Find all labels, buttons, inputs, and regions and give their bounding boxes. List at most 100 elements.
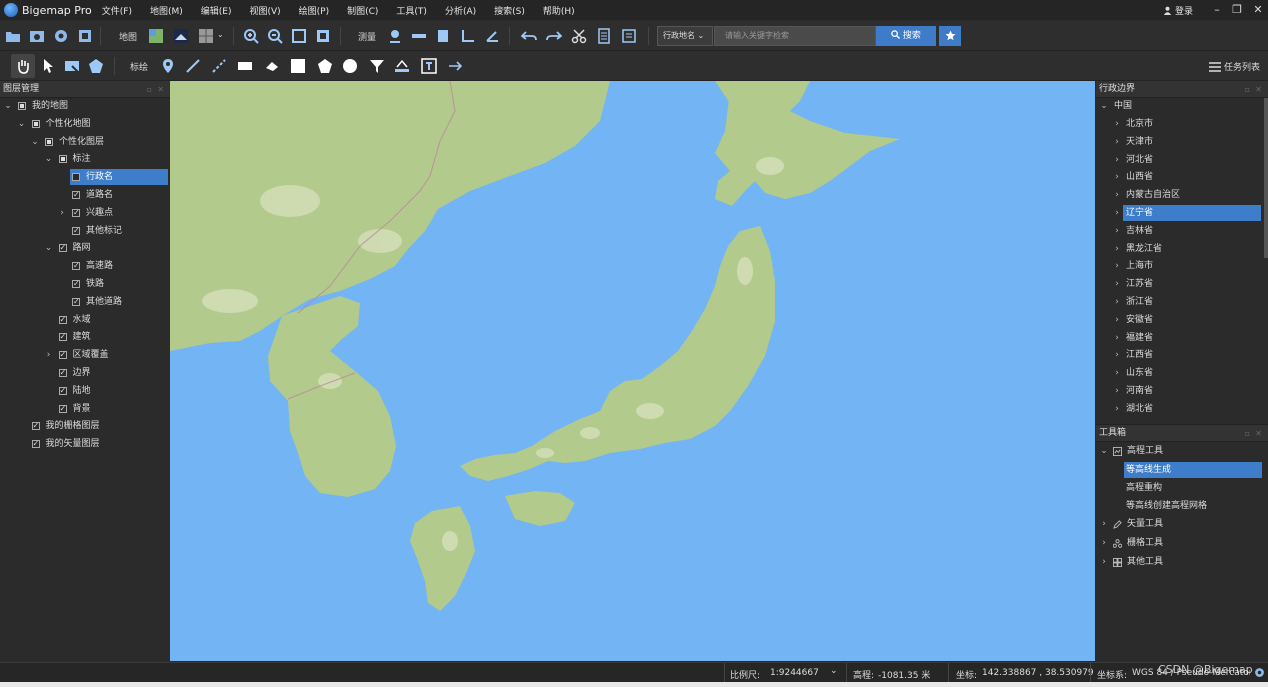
layer-visibility-checkbox[interactable] <box>45 137 53 146</box>
menu-edit[interactable]: 编辑(E) <box>201 4 232 17</box>
layer-item[interactable]: ⌄ 个性化地图 <box>0 116 168 132</box>
map-canvas[interactable] <box>170 81 1095 661</box>
chevron-down-icon[interactable]: ⌄ <box>830 666 838 676</box>
chevron-right-icon[interactable]: › <box>1099 535 1109 551</box>
admin-province-item[interactable]: › 江西省 <box>1096 347 1261 363</box>
chevron-down-icon[interactable]: ⌄ <box>3 98 13 114</box>
pointer-arrow-icon[interactable] <box>40 58 56 74</box>
chevron-right-icon[interactable]: › <box>1099 554 1109 570</box>
pin-icon[interactable]: ▫ <box>147 81 152 98</box>
layer-visibility-checkbox[interactable] <box>72 276 80 292</box>
measure-angle-icon[interactable] <box>460 28 476 44</box>
chevron-right-icon[interactable]: › <box>1112 187 1122 203</box>
admin-province-item[interactable]: › 福建省 <box>1096 330 1261 346</box>
layer-visibility-checkbox[interactable] <box>58 240 67 256</box>
marker-icon[interactable] <box>160 58 176 74</box>
layer-visibility-checkbox[interactable] <box>72 187 80 203</box>
menu-tools[interactable]: 工具(T) <box>396 4 427 17</box>
task-list-button[interactable]: 任务列表 <box>1209 60 1260 73</box>
layer-item[interactable]: › 区域覆盖 <box>0 347 168 363</box>
chevron-right-icon[interactable]: › <box>1112 169 1122 185</box>
admin-province-item[interactable]: › 浙江省 <box>1096 294 1261 310</box>
menu-map[interactable]: 地图(M) <box>150 4 183 17</box>
rectangle-icon[interactable] <box>290 58 306 74</box>
favorite-button[interactable] <box>939 26 961 46</box>
layer-visibility-checkbox[interactable] <box>58 329 67 345</box>
chevron-right-icon[interactable]: › <box>1112 365 1122 381</box>
measure-bearing-icon[interactable] <box>484 28 500 44</box>
panel-close-icon[interactable]: ✕ <box>1255 425 1262 442</box>
panel-close-icon[interactable]: ✕ <box>157 81 164 98</box>
layer-visibility-checkbox[interactable] <box>58 347 67 363</box>
chevron-right-icon[interactable]: › <box>57 205 67 221</box>
admin-province-item[interactable]: › 辽宁省 <box>1115 205 1261 221</box>
layer-visibility-checkbox[interactable] <box>72 223 80 239</box>
layer-item[interactable]: 铁路 <box>0 276 168 292</box>
layer-item[interactable]: ⌄ 个性化图层 <box>0 134 168 150</box>
layer-item[interactable]: ⌄ 我的地图 <box>0 98 168 114</box>
chevron-right-icon[interactable]: › <box>1112 347 1122 363</box>
map-source-icon[interactable] <box>148 28 164 44</box>
layer-visibility-checkbox[interactable] <box>31 436 40 452</box>
layer-item[interactable]: 高速路 <box>0 258 168 274</box>
full-extent-icon[interactable] <box>291 28 307 44</box>
layer-item[interactable]: 其他标记 <box>0 223 168 239</box>
admin-province-item[interactable]: › 安徽省 <box>1096 312 1261 328</box>
admin-province-item[interactable]: › 山东省 <box>1096 365 1261 381</box>
chevron-right-icon[interactable]: › <box>1112 276 1122 292</box>
scissors-icon[interactable] <box>571 28 587 44</box>
tool-contour-generation[interactable]: 等高线生成 <box>1124 462 1262 478</box>
menu-draw[interactable]: 绘图(P) <box>299 4 329 17</box>
menu-view[interactable]: 视图(V) <box>249 4 280 17</box>
zoom-out-icon[interactable] <box>267 28 283 44</box>
chevron-down-icon[interactable]: ⌄ <box>1099 98 1109 114</box>
eraser-icon[interactable] <box>264 58 280 74</box>
zoom-in-icon[interactable] <box>243 28 259 44</box>
layer-item[interactable]: 陆地 <box>0 383 168 399</box>
admin-province-item[interactable]: › 河南省 <box>1096 383 1261 399</box>
menu-file[interactable]: 文件(F) <box>102 4 132 17</box>
layer-item[interactable]: › 兴趣点 <box>0 205 168 221</box>
chevron-right-icon[interactable]: › <box>1112 383 1122 399</box>
layer-item[interactable]: 行政名 <box>70 169 168 186</box>
admin-province-item[interactable]: › 上海市 <box>1096 258 1261 274</box>
chevron-down-icon[interactable]: ⌄ <box>1099 443 1109 459</box>
measure-area-icon[interactable] <box>435 28 451 44</box>
layer-visibility-checkbox[interactable] <box>72 205 80 221</box>
admin-province-item[interactable]: › 山西省 <box>1096 169 1261 185</box>
layer-item[interactable]: 其他道路 <box>0 294 168 310</box>
chevron-down-icon[interactable]: ⌄ <box>30 134 40 150</box>
scale-select[interactable]: 1:9244667 ⌄ <box>766 665 842 681</box>
layer-visibility-checkbox[interactable] <box>58 312 67 328</box>
admin-province-item[interactable]: › 天津市 <box>1096 134 1261 150</box>
chevron-right-icon[interactable]: › <box>1112 152 1122 168</box>
admin-province-item[interactable]: › 河北省 <box>1096 152 1261 168</box>
open-image-icon[interactable] <box>29 28 45 44</box>
polygon-icon[interactable] <box>317 58 333 74</box>
login-button[interactable]: 登录 <box>1163 4 1193 17</box>
admin-province-item[interactable]: › 北京市 <box>1096 116 1261 132</box>
layer-item[interactable]: 边界 <box>0 365 168 381</box>
layer-visibility-checkbox[interactable] <box>58 155 67 164</box>
layer-item[interactable]: 我的栅格图层 <box>0 418 168 434</box>
admin-scrollbar[interactable] <box>1264 98 1268 258</box>
location-pin-icon[interactable] <box>387 28 403 44</box>
maximize-button[interactable]: ❐ <box>1229 2 1245 17</box>
undo-icon[interactable] <box>521 28 537 44</box>
layer-visibility-checkbox[interactable] <box>72 294 80 310</box>
layer-item[interactable]: 道路名 <box>0 187 168 203</box>
freehand-line-icon[interactable] <box>211 58 227 74</box>
search-button[interactable]: 搜索 <box>876 26 936 46</box>
arrow-right-icon[interactable] <box>448 58 464 74</box>
chevron-down-icon[interactable]: ⌄ <box>17 116 27 132</box>
layer-visibility-checkbox[interactable] <box>31 418 40 434</box>
admin-province-item[interactable]: › 江苏省 <box>1096 276 1261 292</box>
chevron-right-icon[interactable]: › <box>1099 516 1109 532</box>
chevron-right-icon[interactable]: › <box>1112 258 1122 274</box>
layer-item[interactable]: 建筑 <box>0 329 168 345</box>
panel-close-icon[interactable]: ✕ <box>1255 81 1262 98</box>
tool-elevation-rebuild[interactable]: 高程重构 <box>1124 480 1262 496</box>
menu-analysis[interactable]: 分析(A) <box>445 4 476 17</box>
pin-icon[interactable]: ▫ <box>1245 425 1250 442</box>
chevron-right-icon[interactable]: › <box>1112 223 1122 239</box>
